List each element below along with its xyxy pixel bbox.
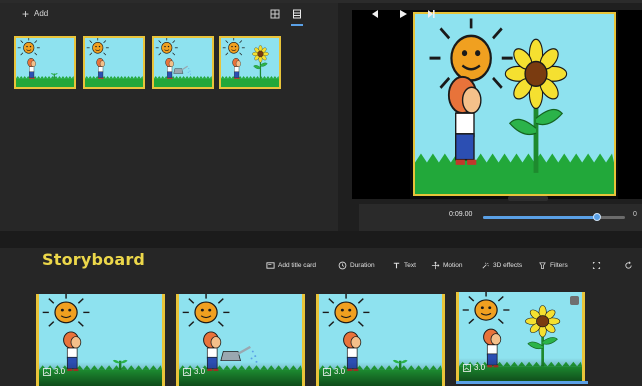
step-forward-icon[interactable] [424,7,438,21]
library-view-switcher [270,9,302,19]
card-duration: 3.0 [183,367,205,376]
duration-button[interactable]: Duration [338,261,375,270]
card-duration-value: 3.0 [54,367,66,376]
image-icon [323,367,331,376]
card-duration-value: 3.0 [194,367,206,376]
3d-effects-icon [482,262,489,269]
text-button[interactable]: Text [392,261,416,270]
list-view-icon[interactable] [292,9,302,19]
selected-card-indicator [456,381,588,384]
motion-button[interactable]: Motion [431,261,463,270]
preview-frame[interactable] [413,12,616,196]
card-duration: 3.0 [43,367,65,376]
storyboard-card[interactable]: 3.0 [316,294,445,386]
text-label: Text [404,262,416,269]
current-time: 0:09.00 [449,211,473,218]
library-clip-1[interactable] [14,36,76,89]
duration-label: Duration [350,262,375,269]
active-view-indicator [291,24,303,26]
filters-icon [539,262,546,270]
image-icon [463,363,471,372]
end-time: 0 [633,211,637,218]
text-icon [393,262,400,269]
image-icon [183,367,191,376]
storyboard-card[interactable]: 3.0 [176,294,305,386]
grid-view-icon[interactable] [270,9,280,19]
rotate-button[interactable] [624,261,633,270]
card-select-checkbox[interactable] [570,296,579,305]
card-duration-value: 3.0 [474,363,486,372]
storyboard-card-selected[interactable]: 3.0 [456,292,585,382]
library-clip-4[interactable] [219,36,281,89]
resize-button[interactable] [592,261,601,270]
seek-bar[interactable] [483,213,625,221]
storyboard-title: Storyboard [42,250,146,269]
rewind-icon[interactable] [369,7,383,21]
play-icon[interactable] [396,7,410,21]
library-clip-3[interactable] [152,36,214,89]
card-duration: 3.0 [463,363,485,372]
resize-icon [592,261,601,270]
motion-icon [431,261,440,270]
storyboard-card[interactable]: 3.0 [36,294,165,386]
3d-effects-label: 3D effects [493,262,523,269]
title-card-icon [266,262,275,269]
library-clip-2[interactable] [83,36,145,89]
add-media-button[interactable]: + Add [22,6,49,21]
panel-divider [0,231,642,248]
filters-button[interactable]: Filters [538,261,568,270]
3d-effects-button[interactable]: 3D effects [481,261,522,270]
filters-label: Filters [550,262,568,269]
rotate-icon [625,261,632,269]
add-media-label: Add [34,9,49,18]
motion-label: Motion [443,262,463,269]
seek-bar-fill [483,216,597,219]
add-title-card-label: Add title card [278,262,316,269]
image-icon [43,367,51,376]
clock-icon [338,261,347,270]
preview-stand [508,196,548,201]
plus-icon: + [22,6,30,21]
seek-bar-handle[interactable] [592,213,601,221]
add-title-card-button[interactable]: Add title card [266,261,316,270]
card-duration-value: 3.0 [334,367,346,376]
card-duration: 3.0 [323,367,345,376]
